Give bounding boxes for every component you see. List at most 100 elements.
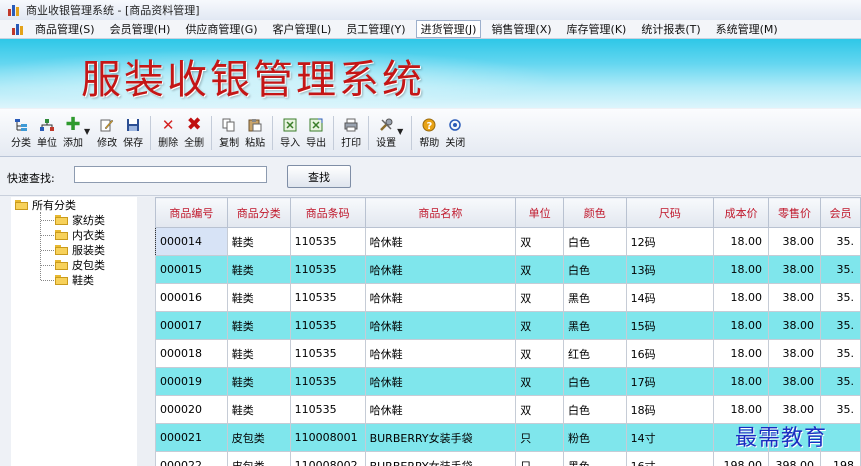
table-cell[interactable]: 只: [515, 423, 564, 452]
table-cell[interactable]: 198: [820, 451, 861, 466]
table-cell[interactable]: 鞋类: [226, 339, 291, 368]
table-cell[interactable]: 鞋类: [226, 255, 291, 284]
table-cell[interactable]: 14码: [625, 283, 715, 312]
column-header[interactable]: 商品编号: [155, 197, 228, 228]
table-cell[interactable]: 110535: [289, 339, 366, 368]
table-cell[interactable]: 110535: [289, 227, 366, 256]
table-cell[interactable]: 38.00: [768, 367, 822, 396]
unit-button[interactable]: 单位: [34, 117, 60, 149]
menu-purchasing[interactable]: 进货管理(J): [415, 20, 482, 38]
table-cell[interactable]: 110535: [289, 311, 366, 340]
table-cell[interactable]: 18.00: [713, 367, 770, 396]
table-cell[interactable]: 38.00: [768, 255, 822, 284]
table-row[interactable]: 000019 鞋类 110535 哈休鞋双白色 17码 18.00 38.00 35.: [155, 367, 861, 396]
table-cell[interactable]: 110535: [289, 367, 366, 396]
table-cell[interactable]: 黑色: [562, 311, 627, 340]
table-cell[interactable]: 皮包类: [226, 423, 291, 452]
table-cell[interactable]: 鞋类: [226, 283, 291, 312]
column-header[interactable]: 会员: [820, 197, 861, 228]
table-cell[interactable]: 哈休鞋: [364, 339, 517, 368]
table-cell[interactable]: 白色: [562, 255, 627, 284]
table-cell[interactable]: 000019: [155, 367, 228, 396]
help-button[interactable]: ? 帮助: [416, 117, 442, 149]
table-cell[interactable]: 35.: [820, 339, 861, 368]
table-cell[interactable]: 双: [515, 255, 564, 284]
table-row[interactable]: 000014 鞋类 110535 哈休鞋双白色 12码 18.00 38.00 35.: [155, 227, 861, 256]
table-cell[interactable]: 38.00: [768, 339, 822, 368]
table-row[interactable]: 000017 鞋类 110535 哈休鞋双黑色 15码 18.00 38.00 35.: [155, 311, 861, 340]
table-cell[interactable]: 000022: [155, 451, 228, 466]
table-cell[interactable]: 14寸: [625, 423, 715, 452]
table-cell[interactable]: 鞋类: [226, 367, 291, 396]
tree-node-home-textiles[interactable]: 家纺类: [55, 212, 105, 227]
table-cell[interactable]: 000016: [155, 283, 228, 312]
copy-button[interactable]: 复制: [216, 117, 242, 149]
table-cell[interactable]: 红色: [562, 339, 627, 368]
table-cell[interactable]: 鞋类: [226, 395, 291, 424]
table-cell[interactable]: 18.00: [713, 339, 770, 368]
table-cell[interactable]: BURBERRY女装手袋: [364, 423, 517, 452]
category-button[interactable]: 分类: [8, 117, 34, 149]
delete-all-button[interactable]: ✖ 全删: [181, 116, 207, 150]
table-cell[interactable]: 哈休鞋: [364, 255, 517, 284]
menu-inventory[interactable]: 库存管理(K): [562, 20, 632, 38]
table-cell[interactable]: 110535: [289, 283, 366, 312]
column-header[interactable]: 商品条码: [289, 197, 366, 228]
export-button[interactable]: 导出: [303, 117, 329, 149]
table-cell[interactable]: 18.00: [713, 227, 770, 256]
column-header[interactable]: 成本价: [713, 197, 770, 228]
column-header[interactable]: 零售价: [768, 197, 822, 228]
edit-button[interactable]: 修改: [94, 117, 120, 149]
table-cell[interactable]: 35.: [820, 255, 861, 284]
column-header[interactable]: 商品名称: [364, 197, 517, 228]
tree-node-root[interactable]: 所有分类: [15, 197, 76, 212]
table-cell[interactable]: 双: [515, 367, 564, 396]
column-header[interactable]: 颜色: [562, 197, 627, 228]
table-cell[interactable]: 只: [515, 451, 564, 466]
table-cell[interactable]: 哈休鞋: [364, 395, 517, 424]
menu-employees[interactable]: 员工管理(Y): [341, 20, 410, 38]
search-input[interactable]: [74, 166, 267, 183]
settings-button[interactable]: 设置: [373, 117, 399, 149]
table-cell[interactable]: 35.: [820, 227, 861, 256]
table-row[interactable]: 000022 皮包类 110008002 BURBERRY女装手袋只黑色 16寸 198.…: [155, 451, 861, 466]
table-cell[interactable]: 38.00: [768, 283, 822, 312]
table-cell[interactable]: 38.00: [768, 311, 822, 340]
table-cell[interactable]: 18.00: [713, 255, 770, 284]
tree-node-shoes[interactable]: 鞋类: [55, 272, 94, 287]
table-cell[interactable]: 双: [515, 311, 564, 340]
table-cell[interactable]: 110535: [289, 395, 366, 424]
table-cell[interactable]: 双: [515, 339, 564, 368]
table-cell[interactable]: 12码: [625, 227, 715, 256]
menu-members[interactable]: 会员管理(H): [105, 20, 176, 38]
menu-customers[interactable]: 客户管理(L): [268, 20, 337, 38]
save-button[interactable]: 保存: [120, 117, 146, 149]
table-cell[interactable]: 000021: [155, 423, 228, 452]
table-cell[interactable]: 38.00: [768, 227, 822, 256]
table-cell[interactable]: BURBERRY女装手袋: [364, 451, 517, 466]
table-cell[interactable]: 398.00: [768, 451, 822, 466]
table-cell[interactable]: 18.00: [713, 311, 770, 340]
menu-reports[interactable]: 统计报表(T): [636, 20, 705, 38]
tree-node-leather-bags[interactable]: 皮包类: [55, 257, 105, 272]
table-row[interactable]: 000015 鞋类 110535 哈休鞋双白色 13码 18.00 38.00 35.: [155, 255, 861, 284]
close-button[interactable]: 关闭: [442, 117, 468, 149]
import-button[interactable]: 导入: [277, 117, 303, 149]
table-cell[interactable]: 000015: [155, 255, 228, 284]
print-button[interactable]: 打印: [338, 117, 364, 149]
table-cell[interactable]: 双: [515, 227, 564, 256]
table-cell[interactable]: 粉色: [562, 423, 627, 452]
menu-sales[interactable]: 销售管理(X): [486, 20, 556, 38]
table-cell[interactable]: 黑色: [562, 451, 627, 466]
table-cell[interactable]: 白色: [562, 367, 627, 396]
table-row[interactable]: 000018 鞋类 110535 哈休鞋双红色 16码 18.00 38.00 35.: [155, 339, 861, 368]
menu-products[interactable]: 商品管理(S): [30, 20, 100, 38]
mdi-chart-icon[interactable]: [12, 23, 26, 35]
table-cell[interactable]: 16码: [625, 339, 715, 368]
table-cell[interactable]: 哈休鞋: [364, 367, 517, 396]
table-cell[interactable]: 18码: [625, 395, 715, 424]
column-header[interactable]: 单位: [515, 197, 564, 228]
table-cell[interactable]: 皮包类: [226, 451, 291, 466]
menu-suppliers[interactable]: 供应商管理(G): [180, 20, 262, 38]
table-cell[interactable]: 35.: [820, 367, 861, 396]
